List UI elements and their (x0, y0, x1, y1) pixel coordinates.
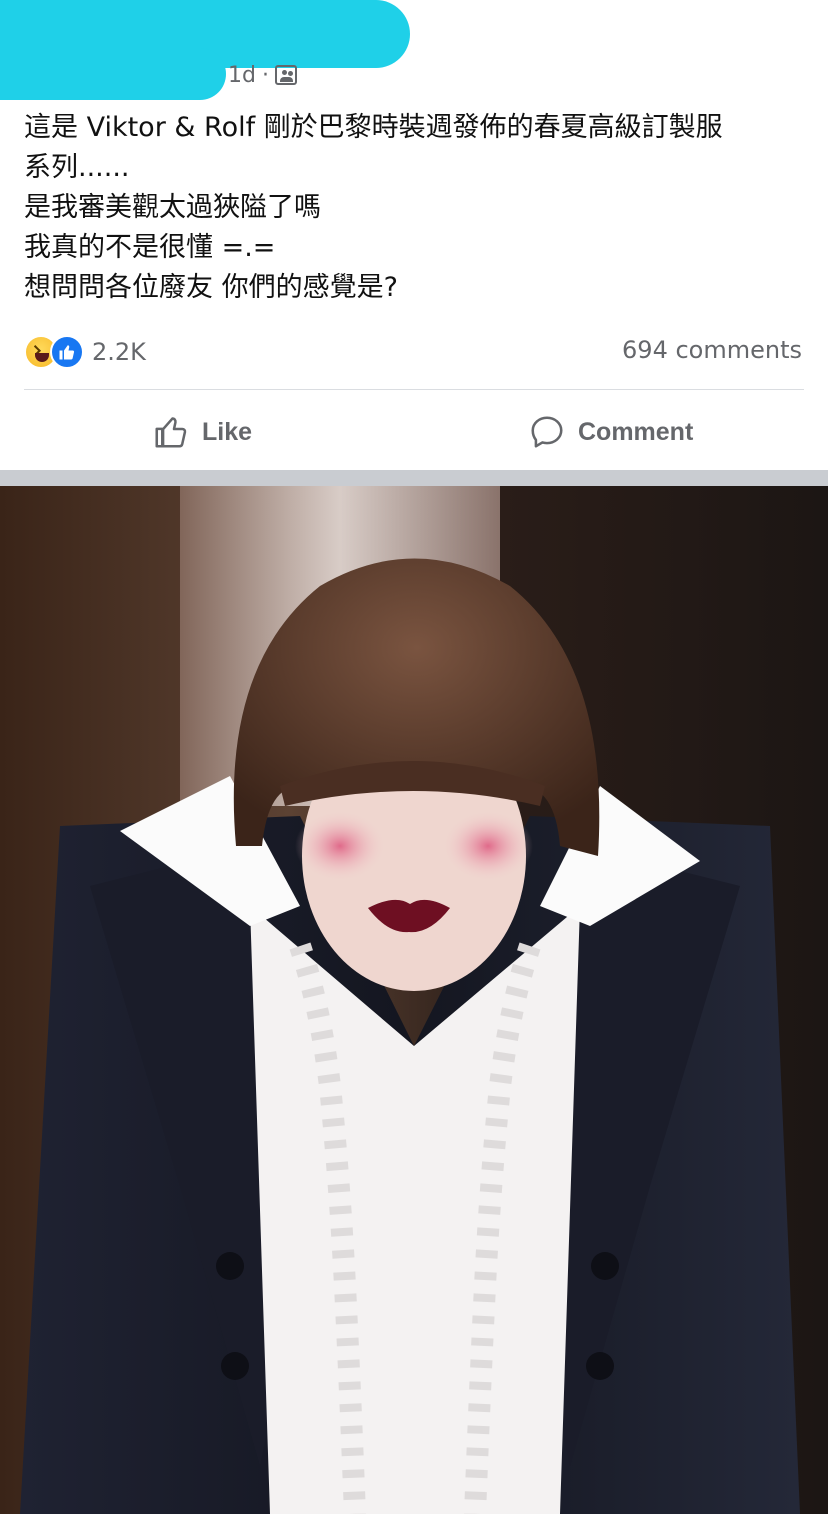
post-timestamp[interactable]: 1d (228, 63, 256, 88)
reaction-count: 2.2K (92, 338, 146, 366)
post-text-line: 系列...... (24, 152, 130, 183)
post-header: 1d · (0, 0, 828, 100)
post-text-line: 我真的不是很懂 =.= (24, 232, 276, 263)
redacted-author-name-overflow (0, 48, 226, 100)
comment-icon (531, 416, 563, 448)
divider (24, 389, 804, 390)
reactions-summary[interactable]: 2.2K (24, 334, 146, 370)
meta-separator: · (261, 62, 269, 88)
post-actions: Like Comment (0, 392, 828, 472)
facebook-post: 1d · 這是 Viktor & Rolf 剛於巴黎時裝週發佈的春夏高級訂製服 … (0, 0, 828, 1514)
feed-separator (0, 470, 828, 486)
comment-label: Comment (578, 417, 694, 446)
like-button[interactable]: Like (152, 406, 252, 458)
post-text: 這是 Viktor & Rolf 剛於巴黎時裝週發佈的春夏高級訂製服 系列...… (24, 108, 814, 308)
comment-button[interactable]: Comment (528, 406, 693, 458)
friends-icon (274, 65, 297, 85)
comments-count[interactable]: 694 comments (622, 336, 802, 364)
like-label: Like (202, 417, 253, 446)
like-emoji-icon (50, 335, 84, 369)
post-text-line: 是我審美觀太過狹隘了嗎 (24, 192, 321, 223)
post-text-line: 這是 Viktor & Rolf 剛於巴黎時裝週發佈的春夏高級訂製服 (24, 112, 723, 143)
thumbs-up-icon (59, 345, 75, 360)
post-photo[interactable] (0, 486, 828, 1514)
post-text-line: 想問問各位廢友 你們的感覺是? (24, 272, 398, 303)
runway-photo-illustration (0, 486, 828, 1514)
post-meta: 1d · (228, 60, 297, 90)
thumbs-up-icon (155, 417, 187, 448)
